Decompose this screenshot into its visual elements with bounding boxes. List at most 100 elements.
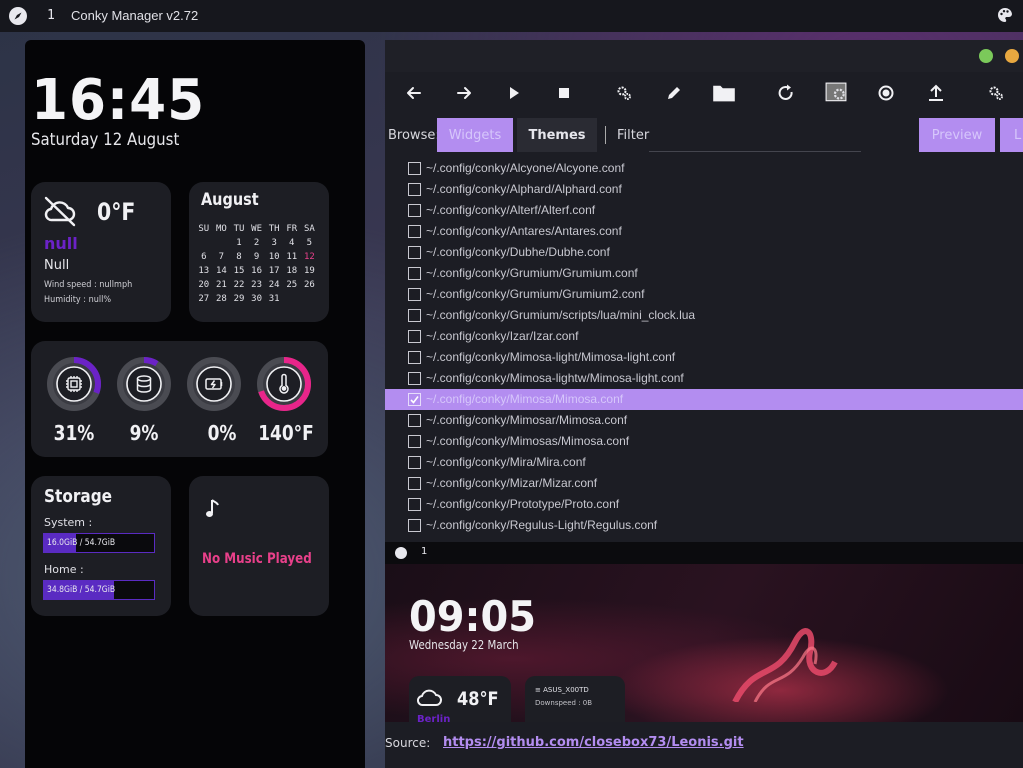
file-checkbox[interactable]	[408, 435, 421, 448]
file-checkbox[interactable]	[408, 414, 421, 427]
file-checkbox[interactable]	[408, 162, 421, 175]
compass-icon[interactable]	[9, 7, 27, 25]
file-row[interactable]: ~/.config/conky/Izar/Izar.conf	[385, 326, 1023, 347]
file-checkbox[interactable]	[408, 498, 421, 511]
music-status: No Music Played	[202, 551, 312, 567]
file-checkbox[interactable]	[408, 246, 421, 259]
file-path: ~/.config/conky/Mimosa-light/Mimosa-ligh…	[426, 350, 676, 364]
upload-icon	[929, 84, 943, 101]
file-checkbox[interactable]	[408, 372, 421, 385]
calendar-header: TH	[268, 224, 280, 234]
divider	[605, 126, 606, 144]
tab-themes[interactable]: Themes	[517, 118, 597, 152]
edit-button[interactable]	[661, 80, 687, 106]
palette-icon[interactable]	[997, 7, 1013, 23]
file-checkbox[interactable]	[408, 225, 421, 238]
music-note-icon	[206, 499, 219, 517]
weather-card: 0°F null Null Wind speed : nullmph Humid…	[31, 182, 171, 322]
forward-button[interactable]	[451, 80, 477, 106]
file-row[interactable]: ~/.config/conky/Grumium/Grumium.conf	[385, 263, 1023, 284]
calendar-day: 7	[218, 252, 225, 262]
file-checkbox[interactable]	[408, 288, 421, 301]
desktop-settings-button[interactable]	[823, 80, 849, 106]
source-bar: Source: https://github.com/closebox73/Le…	[385, 722, 1023, 768]
calendar-header: MO	[215, 224, 227, 234]
file-row[interactable]: ~/.config/conky/Regulus-Light/Regulus.co…	[385, 515, 1023, 536]
file-row[interactable]: ~/.config/conky/Mimosa-light/Mimosa-ligh…	[385, 347, 1023, 368]
file-checkbox[interactable]	[408, 309, 421, 322]
temperature-value: 140°F	[258, 421, 314, 445]
conky-widget-panel: 16:45 Saturday 12 August 0°F null Null W…	[25, 40, 365, 768]
file-checkbox[interactable]	[408, 477, 421, 490]
toolbar	[385, 72, 1023, 114]
file-row[interactable]: ~/.config/conky/Dubhe/Dubhe.conf	[385, 242, 1023, 263]
file-row[interactable]: ~/.config/conky/Mimosar/Mimosa.conf	[385, 410, 1023, 431]
system-gauges-card: 31% 9% 0% 140°F	[31, 341, 328, 457]
calendar-day: 26	[303, 280, 315, 290]
arrow-right-icon	[457, 87, 471, 99]
file-row[interactable]: ~/.config/conky/Alterf/Alterf.conf	[385, 200, 1023, 221]
application-settings-button[interactable]	[983, 80, 1009, 106]
file-checkbox[interactable]	[408, 456, 421, 469]
battery-gauge	[185, 355, 243, 413]
window-title: Conky Manager v2.72	[71, 8, 199, 23]
gears-icon	[617, 86, 631, 100]
preview-button[interactable]: Preview	[919, 118, 995, 152]
preview-clock-date: Wednesday 22 March	[409, 638, 519, 652]
file-checkbox[interactable]	[408, 330, 421, 343]
workspace-number[interactable]: 1	[47, 8, 55, 23]
file-checkbox[interactable]	[408, 183, 421, 196]
tab-widgets[interactable]: Widgets	[437, 118, 513, 152]
file-row[interactable]: ~/.config/conky/Mira/Mira.conf	[385, 452, 1023, 473]
storage-title: Storage	[44, 486, 113, 507]
preview-location: Berlin	[417, 714, 451, 722]
cloud-icon	[417, 689, 442, 706]
file-checkbox[interactable]	[408, 519, 421, 532]
record-button[interactable]	[873, 80, 899, 106]
preview-pane: 1 09:05 Wednesday 22 March 48°F Berlin ≡…	[385, 542, 1023, 722]
file-checkbox[interactable]	[408, 204, 421, 217]
calendar-day: 22	[233, 280, 245, 290]
start-button[interactable]	[501, 80, 527, 106]
music-card: No Music Played	[189, 476, 329, 616]
calendar-day: 19	[303, 266, 315, 276]
disk-gauge	[115, 355, 173, 413]
calendar-day: 24	[268, 280, 280, 290]
back-button[interactable]	[401, 80, 427, 106]
file-row[interactable]: ~/.config/conky/Alphard/Alphard.conf	[385, 179, 1023, 200]
file-row[interactable]: ~/.config/conky/Grumium/scripts/lua/mini…	[385, 305, 1023, 326]
export-button[interactable]	[923, 80, 949, 106]
file-row[interactable]: ~/.config/conky/Mizar/Mizar.conf	[385, 473, 1023, 494]
storage-card: Storage System : 16.0GiB / 54.7GiB Home …	[31, 476, 171, 616]
file-path: ~/.config/conky/Mizar/Mizar.conf	[426, 476, 598, 490]
maximize-button[interactable]	[979, 49, 993, 63]
minimize-button[interactable]	[1005, 49, 1019, 63]
file-row[interactable]: ~/.config/conky/Mimosas/Mimosa.conf	[385, 431, 1023, 452]
calendar-day: 4	[289, 238, 295, 248]
calendar-day: 25	[286, 280, 298, 290]
list-button[interactable]: L	[1000, 118, 1023, 152]
settings-button[interactable]	[611, 80, 637, 106]
gears-icon	[989, 86, 1003, 100]
file-row[interactable]: ~/.config/conky/Mimosa-lightw/Mimosa-lig…	[385, 368, 1023, 389]
file-row[interactable]: ~/.config/conky/Prototype/Proto.conf	[385, 494, 1023, 515]
stop-button[interactable]	[551, 80, 577, 106]
window-titlebar[interactable]	[385, 40, 1023, 72]
source-link[interactable]: https://github.com/closebox73/Leonis.git	[443, 735, 744, 750]
file-path: ~/.config/conky/Grumium/Grumium2.conf	[426, 287, 645, 301]
file-row[interactable]: ~/.config/conky/Alcyone/Alcyone.conf	[385, 158, 1023, 179]
file-row-selected[interactable]: ~/.config/conky/Mimosa/Mimosa.conf	[385, 389, 1023, 410]
filter-input[interactable]	[649, 151, 861, 152]
file-checkbox[interactable]	[408, 351, 421, 364]
refresh-button[interactable]	[773, 80, 799, 106]
file-path: ~/.config/conky/Grumium/scripts/lua/mini…	[426, 308, 696, 322]
calendar-day: 6	[201, 252, 207, 262]
open-folder-button[interactable]	[711, 80, 737, 106]
preview-downspeed: Downspeed : 0B	[535, 699, 593, 707]
file-path: ~/.config/conky/Mira/Mira.conf	[426, 455, 586, 469]
calendar-header: WE	[251, 224, 262, 234]
file-checkbox[interactable]	[408, 267, 421, 280]
file-row[interactable]: ~/.config/conky/Grumium/Grumium2.conf	[385, 284, 1023, 305]
file-row[interactable]: ~/.config/conky/Antares/Antares.conf	[385, 221, 1023, 242]
file-checkbox[interactable]	[408, 393, 421, 406]
